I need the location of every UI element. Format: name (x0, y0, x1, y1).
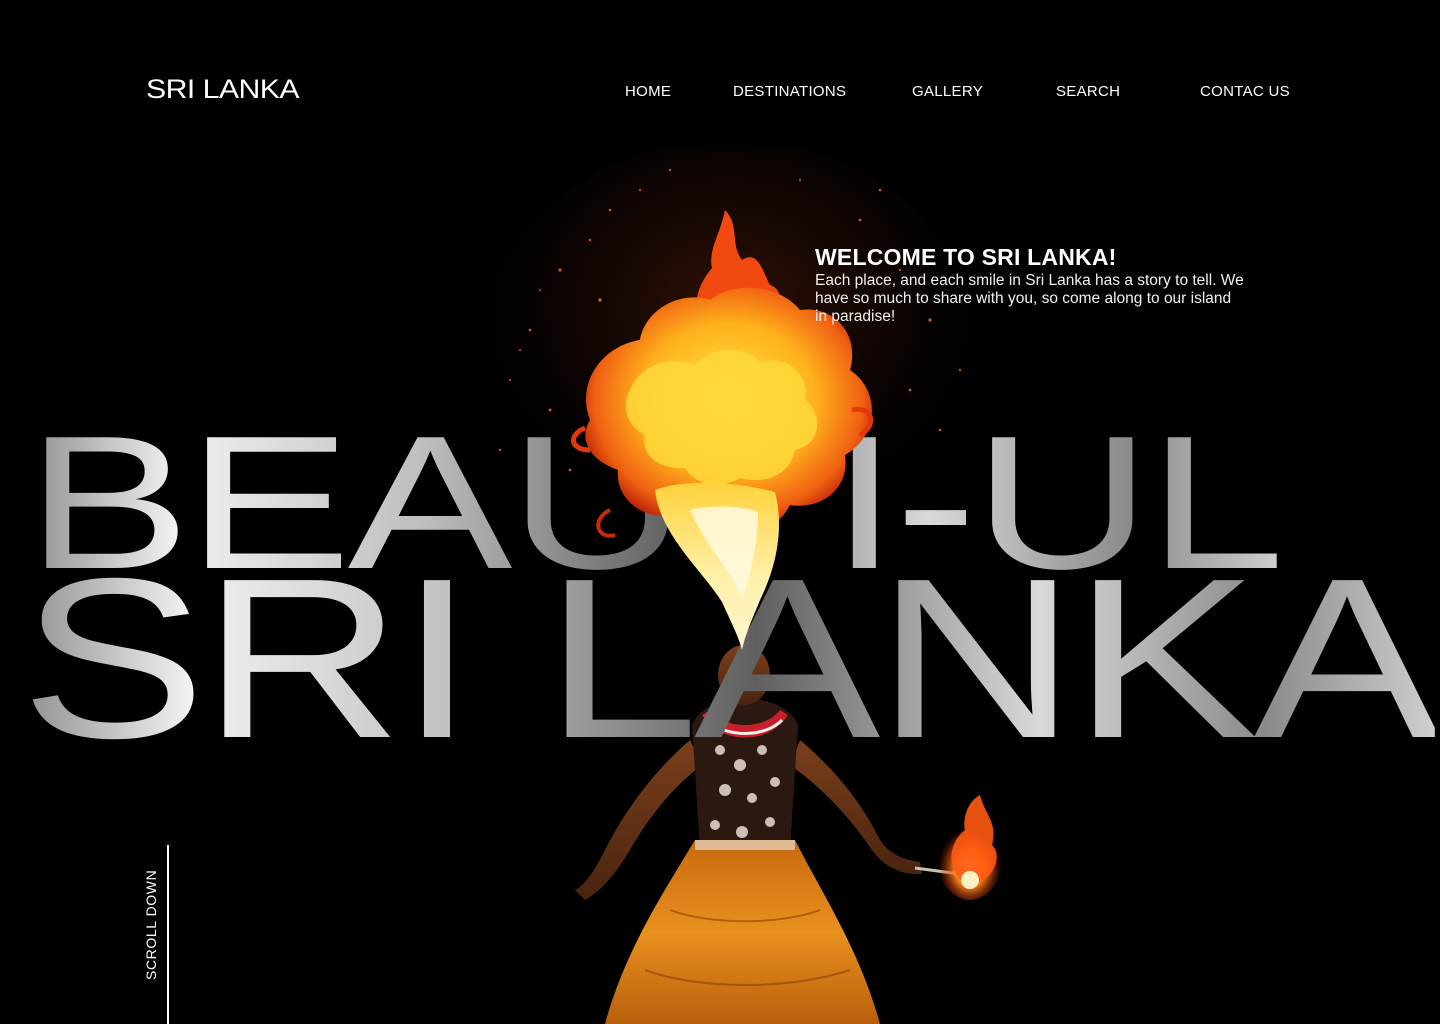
nav-home[interactable]: HOME (625, 83, 671, 100)
nav-destinations[interactable]: DESTINATIONS (733, 83, 846, 100)
nav-gallery[interactable]: GALLERY (912, 83, 983, 100)
nav-search[interactable]: SEARCH (1056, 83, 1120, 100)
scroll-down-button[interactable]: SCROLL DOWN (143, 845, 163, 980)
scroll-indicator-line (167, 845, 169, 1024)
welcome-title: WELCOME TO SRI LANKA! (815, 244, 1117, 270)
site-logo[interactable]: SRI LANKA (146, 74, 300, 105)
hero-title-line-2: SRI LANKA (20, 532, 1440, 786)
torch-flame (938, 795, 1002, 900)
landing-page: SRI LANKA HOME DESTINATIONS GALLERY SEAR… (0, 0, 1440, 1024)
nav-contact-us[interactable]: CONTAC US (1200, 83, 1290, 100)
welcome-section: WELCOME TO SRI LANKA! Each place, and ea… (815, 244, 1255, 326)
scroll-down-label: SCROLL DOWN (143, 869, 159, 980)
welcome-description: Each place, and each smile in Sri Lanka … (815, 272, 1244, 325)
